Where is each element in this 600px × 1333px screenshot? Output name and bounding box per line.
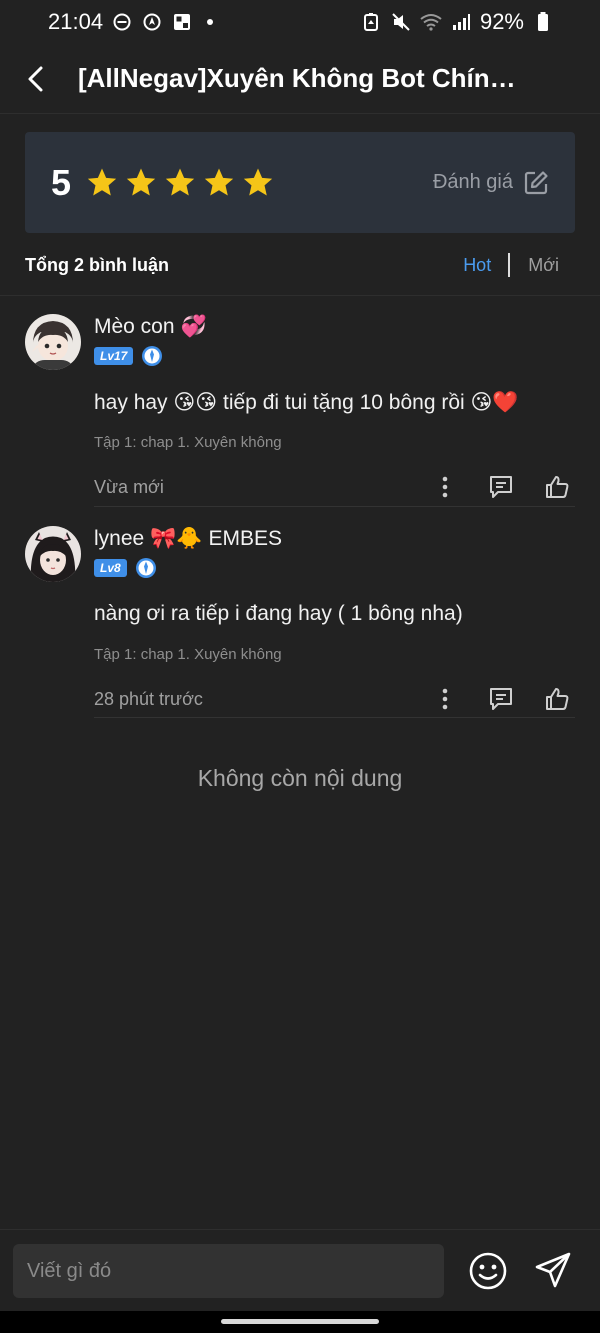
comment-author[interactable]: Mèo con 💞 xyxy=(94,314,575,340)
mute-icon xyxy=(390,11,412,33)
rate-button[interactable]: Đánh giá xyxy=(433,170,549,196)
signal-icon xyxy=(450,11,472,33)
more-vertical-icon xyxy=(442,688,448,710)
emoji-button[interactable] xyxy=(467,1250,509,1292)
total-comments-label: Tổng 2 bình luận xyxy=(25,254,169,275)
comment-author[interactable]: lynee 🎀🐥 EMBES xyxy=(94,526,575,552)
author-emoji: 🎀🐥 xyxy=(150,527,203,550)
reply-button[interactable] xyxy=(483,469,519,505)
smiley-icon xyxy=(469,1252,507,1290)
comment-body: lynee 🎀🐥 EMBES Lv8 nàng ơi ra tiếp i đan… xyxy=(94,526,575,717)
sort-divider xyxy=(508,253,511,277)
thumbs-up-icon xyxy=(546,476,569,498)
comment-footer: Vừa mới xyxy=(94,469,575,505)
star-icon xyxy=(204,168,234,195)
comments-header: Tổng 2 bình luận Hot Mới xyxy=(25,248,575,282)
comment-chapter[interactable]: Tập 1: chap 1. Xuyên không xyxy=(94,434,575,451)
rate-label: Đánh giá xyxy=(432,171,513,193)
comment-divider xyxy=(94,506,575,507)
star-icon xyxy=(165,168,195,195)
comment-time: 28 phút trước xyxy=(94,688,203,709)
avatar[interactable] xyxy=(25,526,81,582)
sort-hot-tab[interactable]: Hot xyxy=(463,255,491,276)
comment-actions xyxy=(407,469,575,505)
avatar[interactable] xyxy=(25,314,81,370)
battery-percent: 92% xyxy=(479,9,524,34)
rating-stars xyxy=(85,166,275,200)
comment-time: Vừa mới xyxy=(94,476,164,497)
back-button[interactable] xyxy=(0,44,70,114)
author-name: Mèo con xyxy=(94,315,175,338)
top-app-bar: [AllNegav]Xuyên Không Bot Chính ... xyxy=(0,44,600,114)
location-icon xyxy=(141,11,163,33)
author-emoji: 💞 xyxy=(180,315,207,338)
battery-icon xyxy=(532,11,554,33)
comment-chapter[interactable]: Tập 1: chap 1. Xuyên không xyxy=(94,646,575,663)
wifi-icon xyxy=(420,11,442,33)
comment-composer xyxy=(0,1229,600,1311)
shield-badge-icon xyxy=(135,558,156,578)
do-not-disturb-icon xyxy=(111,11,133,33)
edit-icon xyxy=(524,170,548,194)
battery-saver-icon xyxy=(360,11,382,33)
comment-footer: 28 phút trước xyxy=(94,681,575,717)
rating-score: 5 xyxy=(51,161,72,203)
author-badges: Lv17 xyxy=(94,345,575,367)
dot-icon xyxy=(207,19,214,25)
back-arrow-icon xyxy=(28,66,43,91)
page-title: [AllNegav]Xuyên Không Bot Chính ... xyxy=(78,63,528,93)
more-vertical-icon xyxy=(442,476,448,498)
level-badge: Lv17 xyxy=(94,347,134,365)
reply-comment-icon xyxy=(490,476,512,498)
status-right: 92% xyxy=(360,9,554,35)
status-bar: 21:04 92% xyxy=(0,0,600,44)
end-of-list-message: Không còn nội dung xyxy=(197,765,403,791)
more-options-button[interactable] xyxy=(427,681,463,717)
shield-badge-icon xyxy=(142,346,163,366)
status-time: 21:04 xyxy=(48,9,104,34)
comment-input[interactable] xyxy=(13,1244,444,1298)
rating-card: 5 Đánh giá xyxy=(25,132,575,233)
home-gesture-handle[interactable] xyxy=(221,1319,379,1324)
divider xyxy=(0,295,600,296)
author-badges: Lv8 xyxy=(94,557,575,579)
comment-body: Mèo con 💞 Lv17 hay hay 😘😘 tiếp đi tui tặ… xyxy=(94,314,575,505)
reply-comment-icon xyxy=(490,688,512,710)
author-name-suffix: EMBES xyxy=(208,527,283,550)
status-left: 21:04 xyxy=(48,9,214,35)
gallery-icon xyxy=(171,11,193,33)
comment-text: hay hay 😘😘 tiếp đi tui tặng 10 bông rồi … xyxy=(94,390,519,414)
send-button[interactable] xyxy=(533,1250,573,1290)
reply-button[interactable] xyxy=(483,681,519,717)
more-options-button[interactable] xyxy=(427,469,463,505)
like-button[interactable] xyxy=(539,681,575,717)
send-icon xyxy=(535,1252,571,1288)
star-icon xyxy=(243,168,273,195)
star-icon xyxy=(126,168,156,195)
sort-tabs: Hot Mới xyxy=(463,253,575,277)
author-name: lynee xyxy=(94,527,145,550)
thumbs-up-icon xyxy=(546,688,569,710)
like-button[interactable] xyxy=(539,469,575,505)
comment-actions xyxy=(407,681,575,717)
sort-new-tab[interactable]: Mới xyxy=(528,255,559,276)
star-icon xyxy=(87,168,117,195)
level-badge: Lv8 xyxy=(94,559,127,577)
system-nav-bar xyxy=(0,1311,600,1333)
comment-text: nàng ơi ra tiếp i đang hay ( 1 bông nha) xyxy=(94,602,463,625)
comment-divider xyxy=(94,717,575,718)
